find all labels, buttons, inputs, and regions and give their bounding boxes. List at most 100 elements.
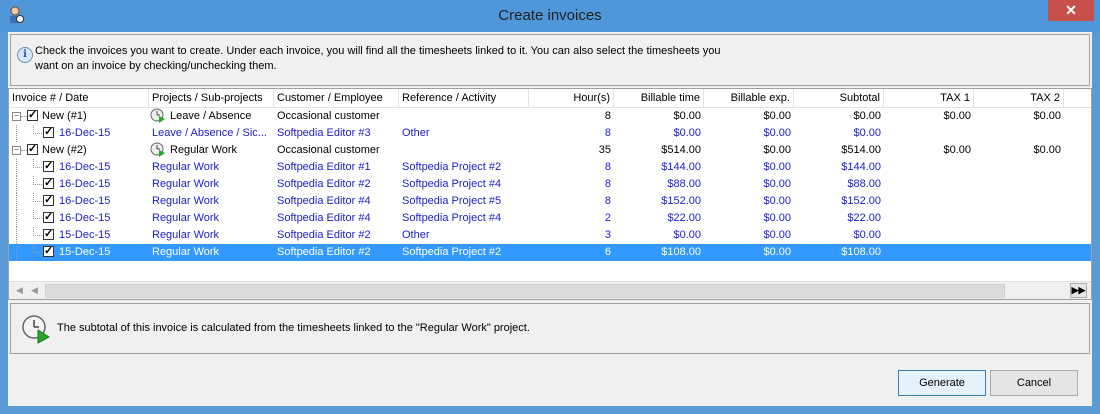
cell-reference: Other [402, 229, 430, 241]
cell-billable-exp: $0.00 [763, 246, 791, 258]
cell-invoice-date: New (#2) [42, 144, 87, 156]
horizontal-scrollbar[interactable]: ◀ ◀ ▶▶ [9, 281, 1091, 299]
cell-reference: Softpedia Project #4 [402, 212, 502, 224]
cell-hours: 35 [598, 144, 611, 156]
row-checkbox[interactable]: ✓ [43, 195, 54, 206]
header-col-billable-time[interactable]: Billable time [614, 89, 704, 107]
cell-invoice-date: 16-Dec-15 [59, 127, 111, 139]
tree-collapse-icon[interactable]: − [12, 146, 21, 155]
cell-project: Regular Work [150, 142, 273, 159]
scroll-left-step-icon[interactable]: ◀ [26, 282, 43, 299]
scroll-end-button[interactable]: ▶▶ [1070, 283, 1087, 298]
timesheet-row[interactable]: ✓ 16-Dec-15 Regular Work Softpedia Editor #… [9, 210, 1091, 227]
cell-customer: Softpedia Editor #4 [277, 212, 371, 224]
timesheet-row[interactable]: ✓ 16-Dec-15 Regular Work Softpedia Editor #… [9, 193, 1091, 210]
row-checkbox[interactable]: ✓ [43, 127, 54, 138]
cell-project: Regular Work [152, 178, 220, 190]
cell-reference: Other [402, 127, 430, 139]
cell-reference: Softpedia Project #4 [402, 178, 502, 190]
cell-billable-exp: $0.00 [763, 195, 791, 207]
info-text: Check the invoices you want to create. U… [35, 44, 795, 74]
cell-subtotal: $22.00 [847, 212, 881, 224]
note-panel: The subtotal of this invoice is calculat… [10, 303, 1090, 354]
cell-tax1 [887, 227, 971, 244]
tree-connector [33, 184, 42, 185]
project-label: Leave / Absence [170, 110, 252, 122]
header-col-billable-exp[interactable]: Billable exp. [704, 89, 794, 107]
cell-tax1: $0.00 [943, 110, 971, 122]
cell-invoice-date: 15-Dec-15 [59, 229, 111, 241]
cell-hours: 8 [604, 110, 611, 122]
row-checkbox[interactable]: ✓ [43, 178, 54, 189]
tree-collapse-icon[interactable]: − [12, 112, 21, 121]
scrollbar-thumb[interactable] [45, 284, 1005, 298]
row-checkbox[interactable]: ✓ [43, 246, 54, 257]
cell-customer: Softpedia Editor #2 [277, 246, 371, 258]
cell-subtotal: $0.00 [853, 110, 881, 122]
header-col-reference[interactable]: Reference / Activity [399, 89, 529, 107]
cell-tax2 [977, 244, 1061, 261]
project-clock-icon [150, 142, 166, 157]
header-col-subtotal[interactable]: Subtotal [794, 89, 884, 107]
cell-hours: 8 [604, 127, 611, 139]
header-col-customer[interactable]: Customer / Employee [274, 89, 399, 107]
cell-billable-exp: $0.00 [763, 161, 791, 173]
cell-tax1 [887, 210, 971, 227]
header-col-project[interactable]: Projects / Sub-projects [149, 89, 274, 107]
tree-connector [33, 167, 42, 168]
cell-project: Regular Work [152, 229, 220, 241]
window-title: Create invoices [498, 7, 602, 24]
timesheet-row[interactable]: ✓ 16-Dec-15 Leave / Absence / Sic... Softpe… [9, 125, 1091, 142]
cell-billable-exp: $0.00 [763, 229, 791, 241]
invoice-row[interactable]: − ✓ New (#1) Leave / Absence Occasional cust… [9, 108, 1091, 125]
cell-hours: 8 [604, 195, 611, 207]
cell-reference [402, 142, 526, 159]
cell-invoice-date: New (#1) [42, 110, 87, 122]
row-checkbox[interactable]: ✓ [43, 212, 54, 223]
cell-reference: Softpedia Project #5 [402, 195, 502, 207]
cell-project: Regular Work [152, 212, 220, 224]
timesheet-row[interactable]: ✓ 16-Dec-15 Regular Work Softpedia Editor #… [9, 176, 1091, 193]
cancel-button[interactable]: Cancel [990, 370, 1078, 396]
cell-invoice-date: 16-Dec-15 [59, 195, 111, 207]
cell-billable-time: $22.00 [667, 212, 701, 224]
cell-customer: Softpedia Editor #3 [277, 127, 371, 139]
cell-project: Regular Work [152, 195, 220, 207]
cell-tax1: $0.00 [943, 144, 971, 156]
cell-project: Regular Work [152, 161, 220, 173]
close-button[interactable]: ✕ [1048, 0, 1094, 21]
timesheet-row[interactable]: ✓ 15-Dec-15 Regular Work Softpedia Editor #… [9, 227, 1091, 244]
cell-tax1 [887, 159, 971, 176]
cell-billable-time: $88.00 [667, 178, 701, 190]
cell-invoice-date: 16-Dec-15 [59, 178, 111, 190]
cell-billable-exp: $0.00 [763, 144, 791, 156]
header-col-tax1[interactable]: TAX 1 [884, 89, 974, 107]
cell-billable-time: $0.00 [673, 127, 701, 139]
row-checkbox[interactable]: ✓ [43, 229, 54, 240]
cell-billable-exp: $0.00 [763, 178, 791, 190]
info-icon: i [17, 47, 33, 63]
timesheet-row[interactable]: ✓ 16-Dec-15 Regular Work Softpedia Editor #… [9, 159, 1091, 176]
header-col-invoice-date[interactable]: Invoice # / Date [9, 89, 149, 107]
invoice-grid[interactable]: Invoice # / Date Projects / Sub-projects C… [8, 88, 1092, 300]
note-text: The subtotal of this invoice is calculat… [57, 322, 530, 334]
cell-project: Leave / Absence / Sic... [152, 127, 267, 139]
title-bar[interactable]: Create invoices ✕ [0, 0, 1100, 32]
generate-button[interactable]: Generate [898, 370, 986, 396]
row-checkbox[interactable]: ✓ [43, 161, 54, 172]
timesheet-row[interactable]: ✓ 15-Dec-15 Regular Work Softpedia Editor #… [9, 244, 1091, 261]
cell-customer: Occasional customer [277, 144, 380, 156]
tree-connector [33, 218, 42, 219]
header-col-hours[interactable]: Hour(s) [529, 89, 614, 107]
cell-subtotal: $152.00 [841, 195, 881, 207]
tree-connector [33, 252, 42, 253]
invoice-row[interactable]: − ✓ New (#2) Regular Work Occasional custome… [9, 142, 1091, 159]
tree-connector [16, 227, 17, 244]
header-col-tax2[interactable]: TAX 2 [974, 89, 1064, 107]
cell-invoice-date: 16-Dec-15 [59, 161, 111, 173]
cell-subtotal: $514.00 [841, 144, 881, 156]
cell-customer: Occasional customer [277, 110, 380, 122]
row-checkbox[interactable]: ✓ [27, 110, 38, 121]
row-checkbox[interactable]: ✓ [27, 144, 38, 155]
cell-tax2 [977, 193, 1061, 210]
